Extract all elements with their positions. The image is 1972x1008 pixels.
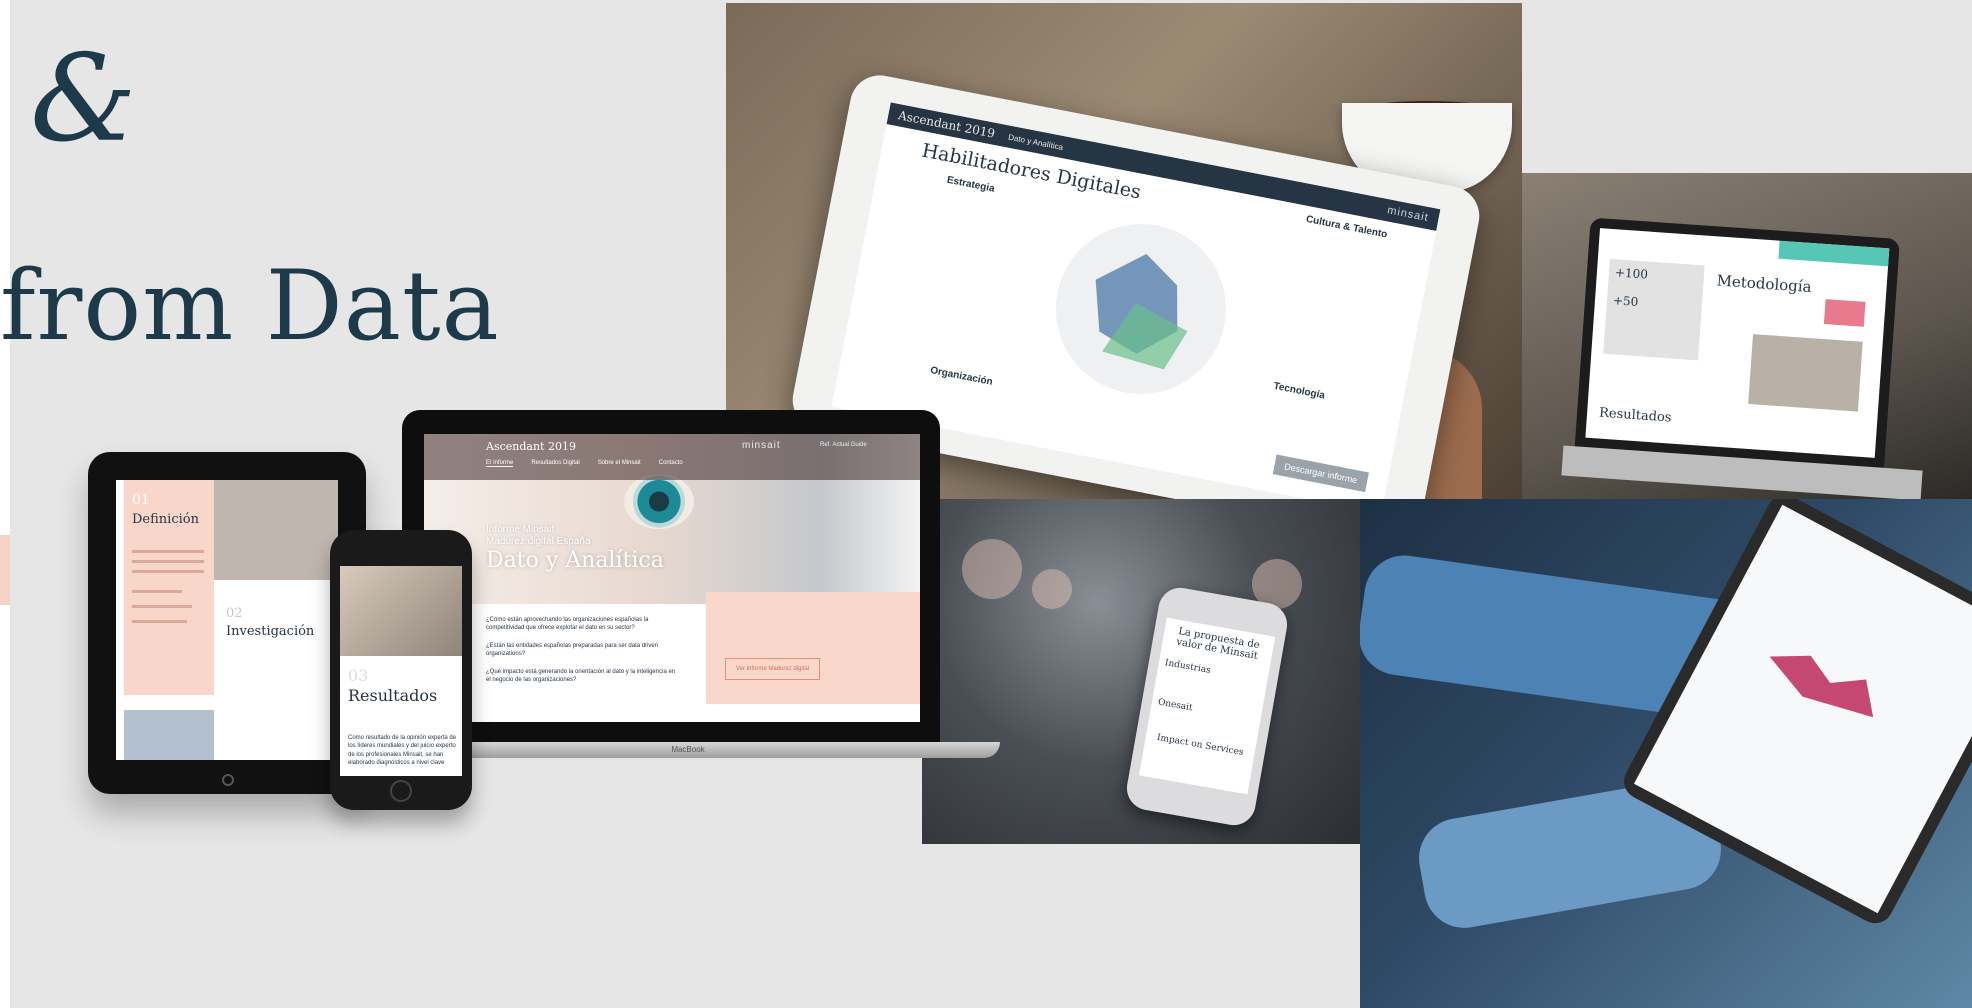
photo-laptop-cafe: +100 +50 Metodología Resultados [1522,173,1972,499]
phone-item-industrias: Industrias [1164,658,1212,676]
stats-box: +100 +50 [1603,258,1705,361]
menu-item[interactable]: Contacto [659,460,683,467]
teal-banner [1778,240,1890,267]
tablet-section: Dato y Analítica [1007,132,1064,152]
ipad-mockup: 01 Definición 02 Investigación [88,452,366,794]
section-number: 01 [132,492,150,508]
site-brand[interactable]: Ascendant 2019 [486,440,576,453]
phone-screen: La propuesta de valor de Minsait Industr… [1139,617,1276,795]
label-organizacion: Organización [929,365,994,388]
tablet-logo: minsait [1386,204,1430,225]
home-button-icon [222,774,234,786]
iphone-mockup: 03 Resultados Como resultado de la opini… [330,530,472,810]
section-number: 03 [348,666,369,685]
label-tecnologia: Tecnología [1272,380,1326,402]
meeting-image [214,480,338,580]
site-nav: Ascendant 2019 minsait Ref. Actual Guide… [424,434,920,480]
stat-one: +100 [1614,265,1649,282]
portfolio-canvas: & from Data Ascendant 2019 Dato y Analít… [0,0,1972,1008]
home-button-icon [390,780,412,802]
phone-title: La propuesta de valor de Minsait [1175,625,1261,662]
laptop-typing-image [340,566,462,656]
bokeh-light [962,539,1022,599]
bottom-image [124,710,214,760]
menu-item[interactable]: El Informe [486,460,514,467]
eye-image [624,474,694,529]
people-image [1748,334,1863,412]
question-text: ¿Están las entidades españolas preparada… [486,643,659,658]
laptop-device: +100 +50 Metodología Resultados [1574,217,1900,479]
question-text: ¿Qué impacto está generando la orientaci… [486,669,676,684]
ipad-screen: 01 Definición 02 Investigación [116,480,338,760]
site-menu: El Informe Resultados Digital Sobre el M… [486,460,683,467]
photo-business-tablet [1360,499,1972,1008]
section-number: 02 [226,606,243,621]
hero-kicker: Informe Minsait [486,524,555,535]
results-heading: Resultados [1598,405,1672,426]
text-line [132,570,204,573]
label-estrategia: Estrategia [945,174,996,195]
ampersand-glyph: & [30,30,137,169]
results-body: Como resultado de la opinión experta de … [348,735,457,767]
laptop-screen: +100 +50 Metodología Resultados [1585,228,1890,458]
methodology-heading: Metodología [1716,271,1813,297]
tablet-brand: Ascendant 2019 [897,108,997,141]
text-line [132,550,204,553]
text-line [132,620,187,623]
menu-item[interactable]: Resultados Digital [531,460,579,467]
site-extra-link[interactable]: Ref. Actual Guide [820,442,867,448]
peach-accent-tab [0,535,10,605]
research-heading: Investigación [226,624,315,639]
download-report-button[interactable]: Descargar informe [1272,454,1369,493]
hero-kicker-2: Madurez digital España [486,536,591,547]
text-line [132,590,182,593]
text-line [132,605,192,608]
phone-device: La propuesta de valor de Minsait Industr… [1123,584,1291,829]
stat-two: +50 [1612,293,1639,309]
iphone-screen: 03 Resultados Como resultado de la opini… [340,566,462,776]
photo-phone-in-hand: La propuesta de valor de Minsait Industr… [922,499,1360,844]
bokeh-light [1032,569,1072,609]
menu-item[interactable]: Sobre el Minsait [598,460,641,467]
definition-heading: Definición [132,512,199,527]
macbook-mockup: Ascendant 2019 minsait Ref. Actual Guide… [402,410,940,746]
left-edge-strip [0,0,10,1008]
phone-item-impact: Impact on Services [1156,732,1245,758]
radar-chart [1041,209,1241,409]
phone-item-onesait: Onesait [1157,697,1194,714]
text-line [132,560,204,563]
definition-column: 01 Definición [124,480,214,695]
site-logo[interactable]: minsait [742,440,781,451]
question-text: ¿Cómo están aprovechando las organizacio… [486,617,649,632]
hero-title: Dato y Analítica [486,548,664,573]
chart-graphic [1760,630,1889,730]
cta-panel [706,592,920,704]
hero-headline: from Data [0,250,500,362]
macbook-screen: Ascendant 2019 minsait Ref. Actual Guide… [424,434,920,722]
view-report-button[interactable]: Ver informe Madurez digital [725,658,821,680]
pink-block [1823,299,1866,327]
results-heading: Resultados [348,686,438,705]
